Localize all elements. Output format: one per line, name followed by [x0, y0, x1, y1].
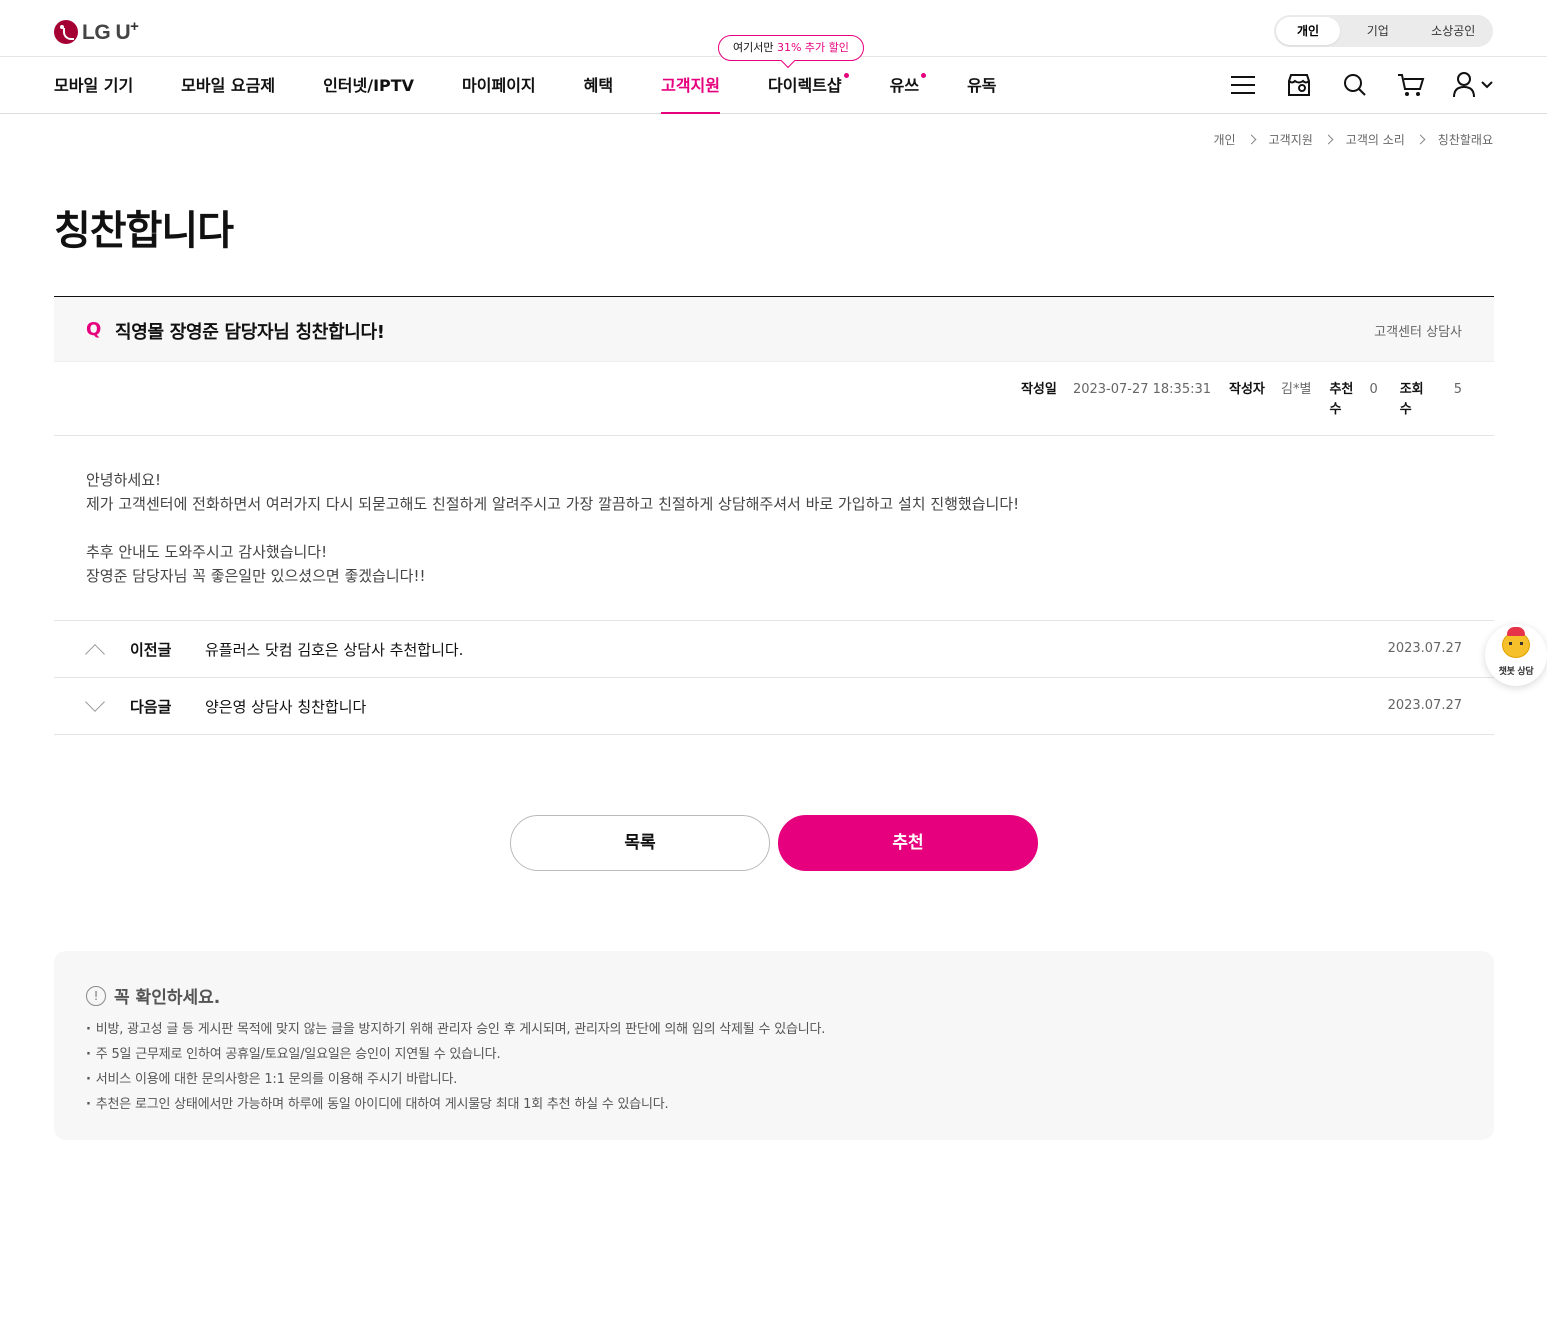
gnb-item-udok[interactable]: 유독 [967, 57, 996, 114]
gnb-item-customer-support[interactable]: 고객지원 [661, 57, 720, 114]
notice-item: 추천은 로그인 상태에서만 가능하며 하루에 동일 아이디에 대하여 게시물당 … [86, 1092, 1462, 1117]
date-label: 작성일 [1020, 382, 1057, 397]
next-date: 2023.07.27 [1387, 698, 1462, 713]
promo-tooltip: 여기서만 31% 추가 할인 [718, 35, 864, 61]
post-title: 직영몰 장영준 담당자님 칭찬합니다! [115, 322, 385, 343]
user-menu-icon[interactable] [1453, 71, 1493, 99]
list-button[interactable]: 목록 [510, 815, 770, 871]
action-buttons: 목록 추천 [510, 815, 1038, 871]
prev-label: 이전글 [130, 641, 172, 659]
gnb-item-mypage[interactable]: 마이페이지 [462, 57, 536, 114]
promo-highlight: 31% 추가 할인 [776, 41, 849, 54]
chevron-right-icon [1323, 134, 1334, 145]
post-body-text: 안녕하세요! 제가 고객센터에 전화하면서 여러가지 다시 되묻고해도 친절하게… [86, 471, 1020, 585]
chatbot-button[interactable]: 챗봇 상담 [1485, 624, 1547, 686]
prev-title[interactable]: 유플러스 닷컴 김호은 상담사 추천합니다. [205, 639, 463, 660]
chevron-down-icon [85, 692, 105, 712]
prev-post-link[interactable]: 이전글 유플러스 닷컴 김호은 상담사 추천합니다. 2023.07.27 [54, 621, 1494, 678]
menu-icon[interactable] [1229, 71, 1257, 99]
notice-list: 비방, 광고성 글 등 게시판 목적에 맞지 않는 글을 방지하기 위해 관리자… [86, 1017, 1462, 1117]
gnb-menu: 모바일 기기 모바일 요금제 인터넷/IPTV 마이페이지 혜택 고객지원 다이… [54, 57, 1045, 114]
cart-icon[interactable] [1397, 71, 1425, 99]
gnb-item-internet-iptv[interactable]: 인터넷/IPTV [323, 57, 414, 114]
store-location-icon[interactable] [1285, 71, 1313, 99]
notice-title: 꼭 확인하세요. [114, 988, 221, 1008]
post-header: Q 직영몰 장영준 담당자님 칭찬합니다! 고객센터 상담사 [54, 297, 1494, 362]
lg-logo-icon [54, 19, 78, 44]
post-body: 안녕하세요! 제가 고객센터에 전화하면서 여러가지 다시 되묻고해도 친절하게… [54, 436, 1494, 621]
post-detail: Q 직영몰 장영준 담당자님 칭찬합니다! 고객센터 상담사 작성일 2023-… [54, 296, 1494, 735]
global-nav: 모바일 기기 모바일 요금제 인터넷/IPTV 마이페이지 혜택 고객지원 다이… [0, 57, 1547, 114]
exclamation-icon: ! [86, 985, 106, 1006]
view-count-value: 5 [1453, 382, 1462, 397]
notice-item: 서비스 이용에 대한 문의사항은 1:1 문의를 이용해 주시기 바랍니다. [86, 1067, 1462, 1092]
recommend-count-value: 0 [1369, 382, 1378, 397]
gnb-item-mobile-plan[interactable]: 모바일 요금제 [181, 57, 275, 114]
promo-prefix: 여기서만 [733, 41, 777, 54]
gnb-utility-icons [1229, 71, 1493, 99]
author-label: 작성자 [1229, 382, 1265, 397]
new-dot-icon [843, 73, 849, 78]
gnb-item-benefits[interactable]: 혜택 [584, 57, 613, 114]
chevron-right-icon [1246, 134, 1257, 145]
question-mark-label: Q [86, 319, 102, 340]
post-category: 고객센터 상담사 [1374, 325, 1462, 340]
gnb-item-mobile-device[interactable]: 모바일 기기 [54, 57, 133, 114]
gnb-item-direct-shop[interactable]: 다이렉트샵 [768, 57, 849, 114]
chatbot-label: 챗봇 상담 [1498, 667, 1534, 677]
search-icon[interactable] [1341, 71, 1369, 99]
segment-small-business[interactable]: 소상공인 [1416, 17, 1492, 45]
gnb-item-youth[interactable]: 유쓰 [889, 57, 927, 114]
breadcrumb: 개인 고객지원 고객의 소리 칭찬할래요 [1214, 131, 1493, 148]
recommend-count-label: 추천수 [1329, 382, 1354, 417]
breadcrumb-current: 칭찬할래요 [1437, 133, 1493, 147]
prev-date: 2023.07.27 [1387, 641, 1462, 656]
breadcrumb-item[interactable]: 고객의 소리 [1346, 131, 1405, 148]
segment-personal[interactable]: 개인 [1276, 17, 1340, 45]
chevron-up-icon [85, 644, 105, 664]
notice-item: 비방, 광고성 글 등 게시판 목적에 맞지 않는 글을 방지하기 위해 관리자… [86, 1017, 1462, 1042]
breadcrumb-item[interactable]: 개인 [1214, 131, 1236, 148]
author-value: 김*별 [1281, 382, 1312, 397]
new-dot-icon [921, 73, 927, 78]
customer-type-switch: 개인 기업 소상공인 [1274, 15, 1493, 47]
lg-uplus-logo[interactable]: LG U+ [54, 18, 139, 45]
breadcrumb-item[interactable]: 고객지원 [1269, 131, 1313, 148]
gnb-direct-shop-label: 다이렉트샵 [768, 76, 842, 95]
next-title[interactable]: 양은영 상담사 칭찬합니다 [205, 696, 366, 717]
chevron-right-icon [1415, 134, 1426, 145]
notice-item: 주 5일 근무제로 인하여 공휴일/토요일/일요일은 승인이 지연될 수 있습니… [86, 1042, 1462, 1067]
notice-box: ! 꼭 확인하세요. 비방, 광고성 글 등 게시판 목적에 맞지 않는 글을 … [54, 951, 1494, 1140]
recommend-button[interactable]: 추천 [778, 815, 1038, 871]
next-post-link[interactable]: 다음글 양은영 상담사 칭찬합니다 2023.07.27 [54, 678, 1494, 735]
logo-text: LG U [82, 21, 131, 44]
logo-plus: + [130, 18, 139, 35]
page-title: 칭찬합니다 [54, 208, 234, 254]
view-count-label: 조회수 [1399, 382, 1424, 417]
segment-business[interactable]: 기업 [1340, 17, 1416, 45]
date-value: 2023-07-27 18:35:31 [1072, 382, 1212, 397]
next-label: 다음글 [130, 698, 172, 716]
post-meta: 작성일 2023-07-27 18:35:31 작성자 김*별 추천수 0 조회… [54, 362, 1494, 436]
gnb-youth-label: 유쓰 [889, 76, 920, 95]
